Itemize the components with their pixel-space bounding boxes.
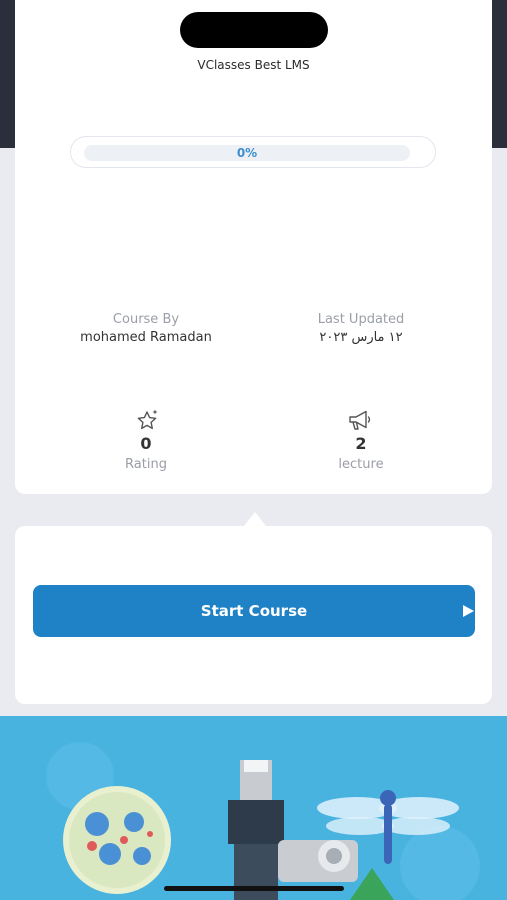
last-updated-date: ١٢ مارس ٢٠٢٣ bbox=[319, 330, 403, 345]
lecture-label: lecture bbox=[338, 457, 384, 472]
megaphone-icon bbox=[349, 410, 371, 430]
progress-track: 0% bbox=[84, 145, 410, 161]
card-pointer bbox=[244, 512, 266, 526]
course-author: mohamed Ramadan bbox=[80, 330, 212, 345]
course-progress: 0% bbox=[70, 136, 436, 168]
play-icon bbox=[463, 605, 474, 617]
start-course-button[interactable]: Start Course bbox=[33, 585, 475, 637]
home-indicator bbox=[164, 886, 344, 891]
progress-percentage: 0% bbox=[236, 146, 258, 160]
start-course-label: Start Course bbox=[200, 602, 308, 620]
course-summary-card bbox=[15, 0, 492, 494]
last-updated-label: Last Updated bbox=[317, 312, 405, 327]
course-by-label: Course By bbox=[112, 312, 180, 327]
star-sparkle-icon bbox=[137, 409, 158, 430]
rating-value: 0 bbox=[140, 434, 152, 453]
device-notch bbox=[180, 12, 328, 48]
lecture-count: 2 bbox=[355, 434, 367, 453]
course-banner-illustration bbox=[0, 716, 507, 900]
app-title: VClasses Best LMS bbox=[197, 58, 310, 72]
rating-label: Rating bbox=[125, 457, 167, 472]
